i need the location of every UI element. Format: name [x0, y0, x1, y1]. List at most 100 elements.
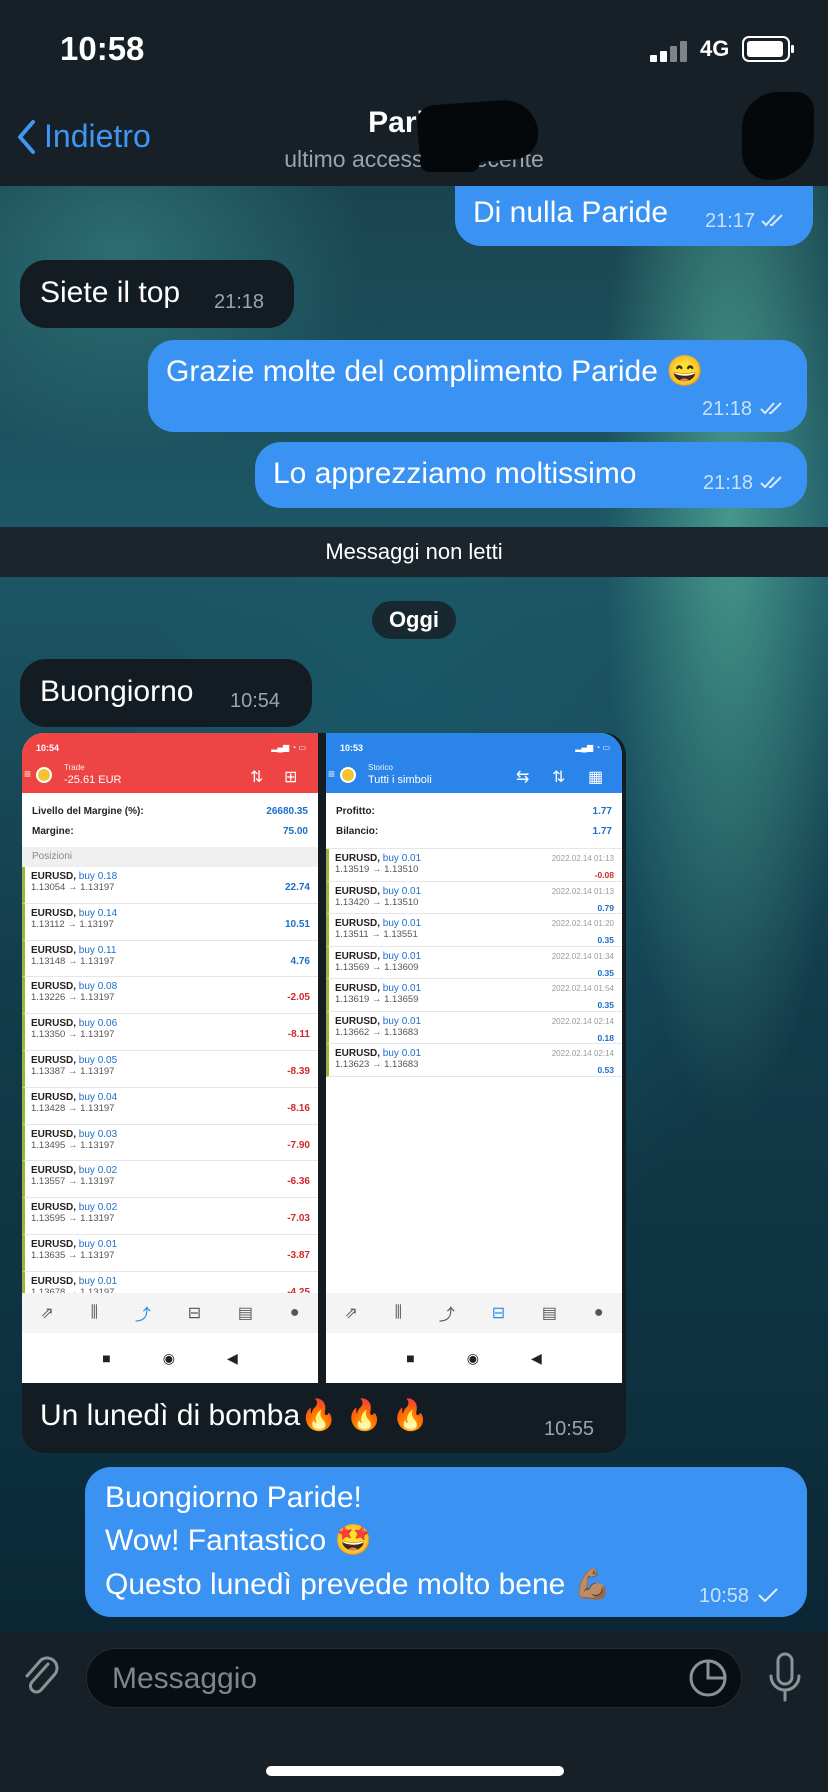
history-list: EURUSD, buy 0.01 1.13519 → 1.13510 2022.02… — [326, 849, 622, 1077]
position-profit: -8.11 — [287, 1029, 310, 1041]
position-side: buy 0.04 — [78, 1091, 118, 1103]
chat-icon: ● — [289, 1304, 300, 1321]
position-row: EURUSD, buy 0.03 1.13495 → 1.13197 -7.90 — [22, 1124, 318, 1162]
double-check-icon — [760, 476, 782, 489]
deal-side: buy 0.01 — [382, 918, 422, 929]
message-input-placeholder: Messaggio — [112, 1662, 258, 1695]
position-row: EURUSD, buy 0.11 1.13148 → 1.13197 4.76 — [22, 940, 318, 978]
trade-icon: ⤴ — [438, 1307, 455, 1324]
margin-row: Margine: 75.00 — [22, 821, 318, 841]
message-text: Grazie molte del complimento Paride 😄 — [166, 355, 704, 388]
deal-date: 2022.02.14 01:13 — [551, 886, 614, 896]
sticker-icon[interactable] — [688, 1658, 728, 1698]
chat-title[interactable]: Paride — [0, 106, 828, 140]
message-bubble-outgoing[interactable]: Lo apprezziamo moltissimo 21:18 — [255, 442, 807, 508]
news-icon: ▤ — [541, 1305, 558, 1322]
message-time: 21:18 — [703, 472, 754, 494]
position-side: buy 0.02 — [78, 1165, 118, 1177]
quotes-icon: ⇗ — [344, 1305, 358, 1322]
trade-header-value: -25.61 EUR — [64, 774, 122, 786]
message-bubble-outgoing[interactable]: Grazie molte del complimento Paride 😄 21… — [148, 340, 807, 432]
chat-icon: ● — [593, 1304, 604, 1321]
margin-level-row: Livello del Margine (%): 26680.35 — [22, 801, 318, 821]
history-tabbar: ⇗ ⫼ ⤴ ⊟ ▤ ● — [326, 1293, 622, 1333]
signal-icon — [650, 40, 692, 62]
history-row: EURUSD, buy 0.01 1.13420 → 1.13510 2022.02… — [326, 881, 622, 914]
quotes-icon: ⇗ — [40, 1305, 54, 1322]
attach-icon[interactable] — [18, 1654, 64, 1700]
message-text: Buongiorno — [40, 675, 194, 708]
position-profit: -6.36 — [287, 1176, 310, 1188]
balance-value: 1.77 — [592, 825, 612, 837]
photo-trade-screenshot[interactable]: 10:54 ▂▄▆ ◔ ▭ ≡ Trade -25.61 EUR ⇅ ⊞ Liv… — [22, 733, 318, 1383]
position-side: buy 0.18 — [78, 871, 118, 882]
app-logo-icon — [36, 767, 52, 783]
message-time: 21:17 — [705, 210, 756, 232]
position-symbol: EURUSD, buy 0.08 — [31, 981, 118, 993]
currency-icon: ⇆ — [516, 769, 530, 786]
date-chip: Oggi — [372, 601, 456, 639]
message-text: Siete il top — [40, 276, 181, 309]
position-symbol: EURUSD, buy 0.03 — [31, 1128, 118, 1140]
message-bubble-outgoing[interactable]: Di nulla Paride 21:17 — [455, 186, 813, 246]
message-line: Wow! Fantastico 🤩 — [105, 1524, 372, 1557]
position-symbol: EURUSD, buy 0.04 — [31, 1091, 118, 1103]
position-prices: 1.13054 → 1.13197 — [31, 882, 115, 893]
chart-icon: ⫼ — [90, 1304, 99, 1321]
message-bubble-outgoing[interactable]: Buongiorno Paride! Wow! Fantastico 🤩 Que… — [85, 1467, 807, 1617]
message-line: Buongiorno Paride! — [105, 1481, 362, 1514]
deal-prices: 1.13420 → 1.13510 — [335, 896, 419, 908]
position-side: buy 0.11 — [78, 944, 117, 956]
position-profit: -8.39 — [287, 1065, 310, 1077]
trade-tabbar: ⇗ ⫼ ⤴ ⊟ ▤ ● — [22, 1293, 318, 1333]
photo-caption: Un lunedì di bomba🔥 🔥 🔥 — [40, 1399, 429, 1432]
position-profit: -2.05 — [287, 992, 310, 1004]
position-profit: 22.74 — [284, 882, 310, 893]
check-icon — [758, 1588, 778, 1603]
status-time: 10:58 — [60, 30, 145, 67]
message-bubble-incoming[interactable]: Buongiorno 10:54 — [20, 659, 312, 727]
news-icon: ▤ — [237, 1305, 254, 1322]
deal-side: buy 0.01 — [382, 885, 422, 897]
deal-date: 2022.02.14 02:14 — [551, 1049, 614, 1058]
position-row: EURUSD, buy 0.18 1.13054 → 1.13197 22.74 — [22, 867, 318, 904]
recents-icon: ■ — [102, 1350, 111, 1366]
position-prices: 1.13112 → 1.13197 — [31, 918, 114, 930]
position-symbol: EURUSD, buy 0.05 — [31, 1054, 118, 1066]
double-check-icon — [761, 214, 783, 227]
history-icon: ⊟ — [491, 1305, 506, 1322]
position-profit: -7.03 — [287, 1213, 310, 1225]
position-row: EURUSD, buy 0.06 1.13350 → 1.13197 -8.11 — [22, 1014, 318, 1051]
position-side: buy 0.03 — [78, 1128, 118, 1140]
history-row: EURUSD, buy 0.01 1.13511 → 1.13551 2022.02… — [326, 914, 622, 947]
position-profit: 10.51 — [284, 918, 310, 930]
trade-icon: ⤴ — [134, 1307, 151, 1324]
photo-history-screenshot[interactable]: 10:53 ▂▄▆ ◔ ▭ ≡ Storico Tutti i simboli … — [326, 733, 622, 1383]
position-prices: 1.13350 → 1.13197 — [31, 1029, 115, 1041]
back-icon: ◀ — [226, 1349, 238, 1366]
deal-prices: 1.13619 → 1.13659 — [335, 994, 419, 1005]
message-bubble-incoming[interactable]: Siete il top 21:18 — [20, 260, 294, 328]
chart-icon: ⫼ — [394, 1304, 403, 1321]
deal-profit: 0.35 — [597, 1000, 614, 1010]
trade-header: 10:54 ▂▄▆ ◔ ▭ ≡ Trade -25.61 EUR ⇅ ⊞ — [22, 733, 318, 793]
history-row: EURUSD, buy 0.01 1.13519 → 1.13510 2022.02… — [326, 849, 622, 882]
deal-side: buy 0.01 — [382, 1015, 422, 1027]
app-logo-icon — [340, 767, 356, 783]
position-symbol: EURUSD, buy 0.06 — [31, 1018, 118, 1030]
history-header-label: Storico — [368, 763, 393, 772]
position-side: buy 0.06 — [78, 1018, 118, 1030]
position-row: EURUSD, buy 0.02 1.13595 → 1.13197 -7.03 — [22, 1198, 318, 1235]
profit-label: Profitto: — [336, 805, 375, 817]
position-symbol: EURUSD, buy 0.01 — [31, 1275, 118, 1287]
margin-value: 75.00 — [282, 825, 308, 837]
position-symbol: EURUSD, buy 0.02 — [31, 1202, 118, 1214]
menu-icon: ≡ — [24, 767, 32, 781]
photo-message[interactable]: 10:54 ▂▄▆ ◔ ▭ ≡ Trade -25.61 EUR ⇅ ⊞ Liv… — [22, 733, 626, 1453]
position-profit: -8.16 — [287, 1102, 310, 1114]
android-navbar: ■ ◉ ◀ — [22, 1333, 318, 1383]
profit-row: Profitto: 1.77 — [326, 801, 622, 821]
position-profit: -3.87 — [287, 1249, 310, 1261]
microphone-icon[interactable] — [768, 1652, 802, 1704]
message-line: Questo lunedì prevede molto bene 💪🏽 — [105, 1568, 612, 1601]
